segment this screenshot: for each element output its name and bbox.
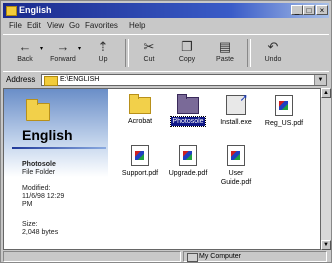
menu-edit[interactable]: Edit xyxy=(27,21,41,31)
cut-label: Cut xyxy=(143,56,155,63)
window-title: English xyxy=(19,5,52,15)
folder-view: English Photosole File Folder Modified: … xyxy=(3,88,321,250)
modified-label: Modified: xyxy=(22,185,51,192)
folder-icon xyxy=(26,99,50,121)
title-bar[interactable]: English _ □ × xyxy=(3,3,329,18)
close-button[interactable]: × xyxy=(316,5,328,15)
file-item-user-guide[interactable]: User Guide.pdf xyxy=(212,145,260,187)
up-label: Up xyxy=(98,56,108,63)
folder-icon xyxy=(177,94,199,114)
file-item-install[interactable]: ➚ Install.exe xyxy=(212,93,260,127)
chevron-down-icon[interactable]: ▼ xyxy=(314,75,326,85)
folder-icon xyxy=(6,6,17,16)
file-name: Photosole xyxy=(170,116,206,127)
pane-title: English xyxy=(22,127,73,143)
back-label: Back xyxy=(17,56,33,63)
vertical-scrollbar[interactable]: ▲ ▼ xyxy=(321,88,331,250)
undo-button[interactable]: ↶ Undo xyxy=(255,37,291,69)
setup-program-icon: ➚ xyxy=(226,93,248,115)
copy-label: Copy xyxy=(178,56,196,63)
copy-icon: ❐ xyxy=(181,39,193,54)
address-bar: Address E:\ENGLISH ▼ xyxy=(3,71,329,89)
up-button[interactable]: ⇡ Up xyxy=(85,37,121,69)
copy-button[interactable]: ❐ Copy xyxy=(169,37,205,69)
scroll-up-button[interactable]: ▲ xyxy=(321,88,331,98)
address-value: E:\ENGLISH xyxy=(60,76,100,83)
folder-icon xyxy=(44,76,58,86)
address-field[interactable]: E:\ENGLISH ▼ xyxy=(41,74,327,86)
size-value: 2,048 bytes xyxy=(22,229,59,236)
size-label: Size: xyxy=(22,221,38,228)
file-name: Reg_US.pdf xyxy=(264,120,304,127)
address-label: Address xyxy=(6,75,36,84)
maximize-button[interactable]: □ xyxy=(303,5,315,15)
menu-bar: File Edit View Go Favorites Help xyxy=(3,19,329,33)
file-item-reg-us[interactable]: Reg_US.pdf xyxy=(260,95,308,128)
file-name: Install.exe xyxy=(220,119,252,126)
status-cell xyxy=(3,251,181,262)
up-folder-icon: ⇡ xyxy=(97,39,109,54)
paste-button[interactable]: ▤ Paste xyxy=(207,37,243,69)
undo-label: Undo xyxy=(264,56,282,63)
folder-icon xyxy=(129,94,151,114)
back-button[interactable]: ← Back ▾ xyxy=(7,37,43,69)
clipboard-icon: ▤ xyxy=(218,39,232,54)
pdf-document-icon xyxy=(179,145,197,166)
back-arrow-icon: ← xyxy=(18,39,32,54)
dropdown-icon[interactable]: ▾ xyxy=(78,45,81,52)
minimize-button[interactable]: _ xyxy=(291,5,303,15)
file-item-photosole[interactable]: Photosole xyxy=(164,94,212,127)
toolbar-separator xyxy=(125,39,129,67)
modified-value: 11/6/98 12:29 PM xyxy=(22,193,65,208)
file-name: Acrobat xyxy=(127,118,153,125)
status-location: My Computer xyxy=(183,251,327,262)
toolbar-separator xyxy=(247,39,251,67)
dropdown-icon[interactable]: ▾ xyxy=(40,45,43,52)
selected-item-type: File Folder xyxy=(22,169,56,176)
forward-arrow-icon: → xyxy=(56,39,70,54)
cut-button[interactable]: ✂ Cut xyxy=(131,37,167,69)
pdf-document-icon xyxy=(275,95,293,116)
menu-help[interactable]: Help xyxy=(129,21,145,31)
menu-go[interactable]: Go xyxy=(69,21,80,31)
web-view-pane: English Photosole File Folder Modified: … xyxy=(4,89,108,249)
selected-item-name: Photosole xyxy=(22,161,56,168)
computer-icon xyxy=(187,253,198,262)
forward-label: Forward xyxy=(50,56,76,63)
forward-button[interactable]: → Forward ▾ xyxy=(45,37,81,69)
scissors-icon: ✂ xyxy=(143,39,155,54)
undo-icon: ↶ xyxy=(267,39,279,54)
scroll-down-button[interactable]: ▼ xyxy=(321,240,331,250)
file-name: User Guide.pdf xyxy=(220,170,252,186)
file-item-upgrade[interactable]: Upgrade.pdf xyxy=(164,145,212,178)
menu-favorites[interactable]: Favorites xyxy=(85,21,118,31)
status-bar: My Computer xyxy=(3,251,329,262)
pdf-document-icon xyxy=(131,145,149,166)
paste-label: Paste xyxy=(216,56,234,63)
toolbar: ← Back ▾ → Forward ▾ ⇡ Up ✂ Cut ❐ Copy ▤… xyxy=(3,34,329,72)
status-location-text: My Computer xyxy=(199,253,242,260)
menu-file[interactable]: File xyxy=(9,21,22,31)
menu-view[interactable]: View xyxy=(47,21,64,31)
file-item-acrobat[interactable]: Acrobat xyxy=(116,94,164,126)
file-name: Support.pdf xyxy=(121,170,159,177)
divider xyxy=(12,147,106,149)
file-item-support[interactable]: Support.pdf xyxy=(116,145,164,178)
file-name: Upgrade.pdf xyxy=(168,170,208,177)
pdf-document-icon xyxy=(227,145,245,166)
explorer-window: English _ □ × File Edit View Go Favorite… xyxy=(0,0,332,263)
